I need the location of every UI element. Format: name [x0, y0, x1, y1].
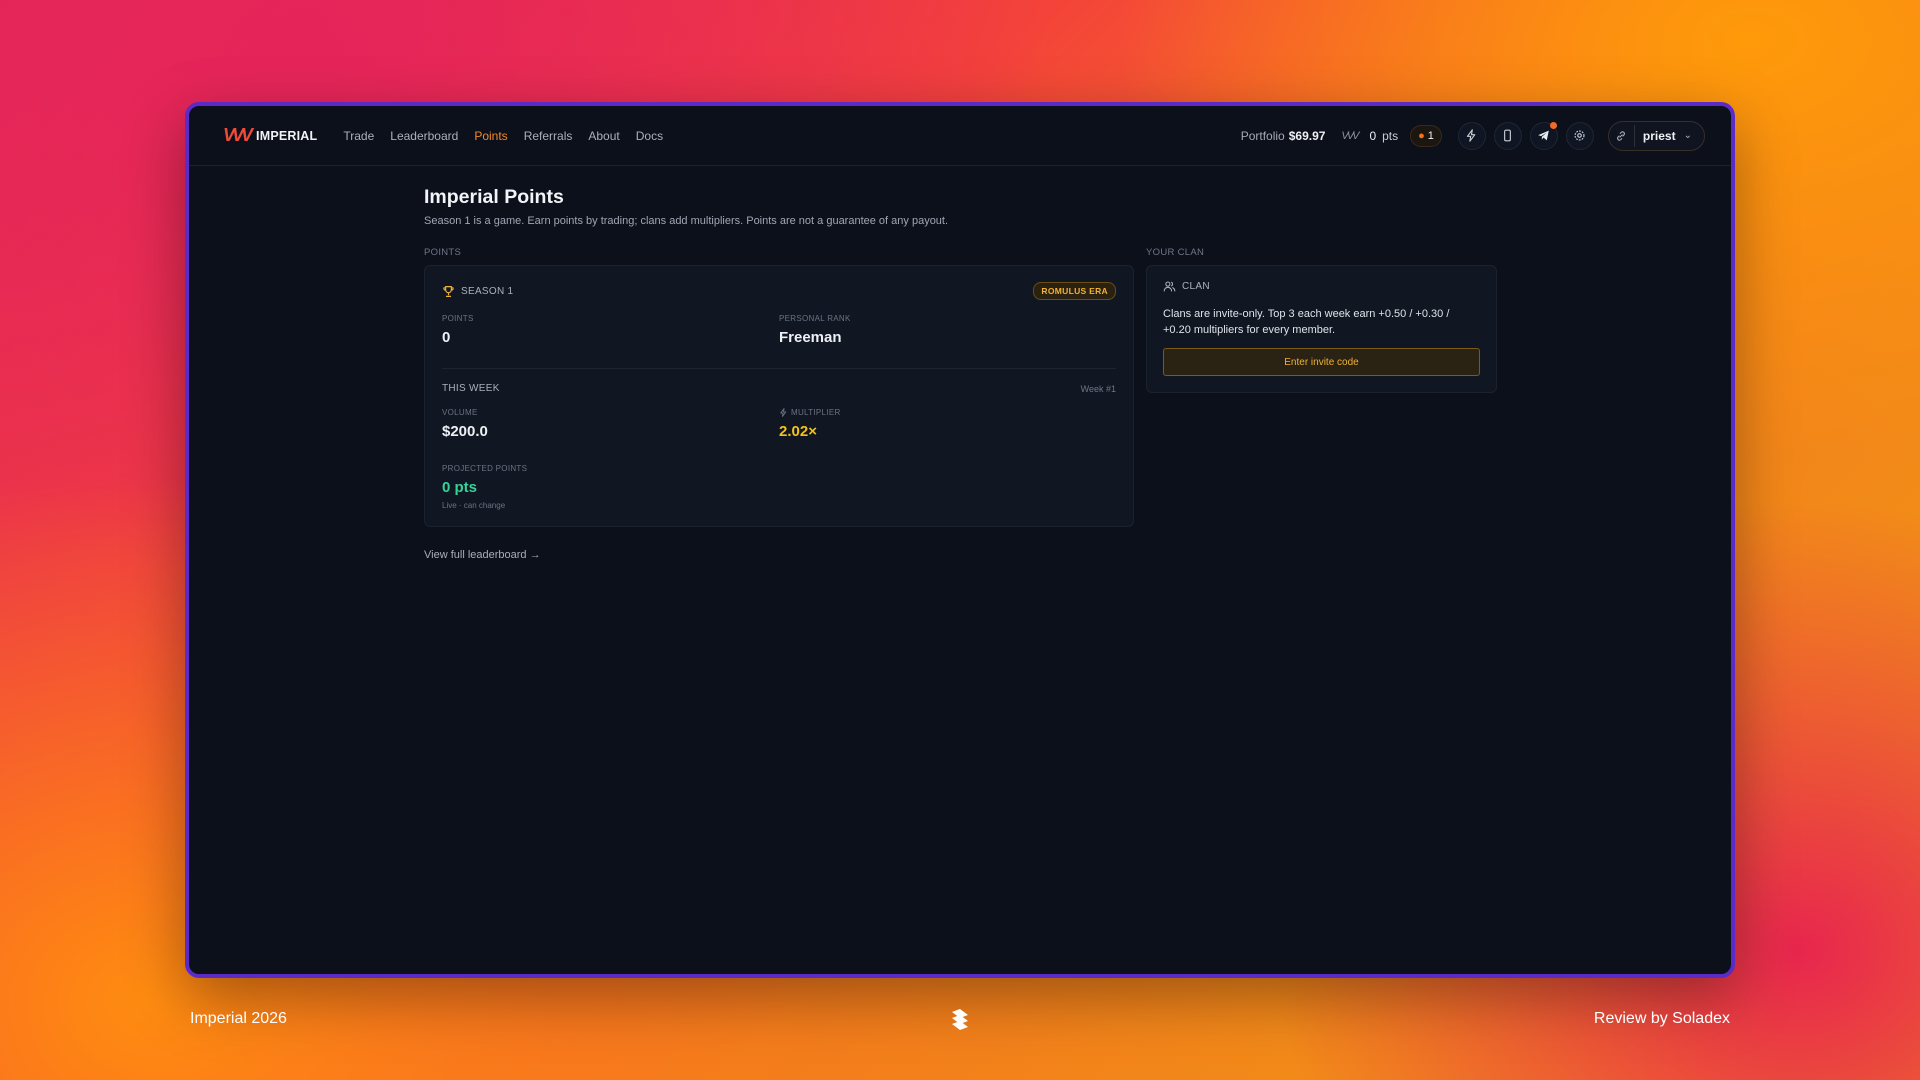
multiplier-stat: MULTIPLIER 2.02× [779, 408, 1116, 440]
points-column: POINTS SEASON 1 ROMULUS ERA POINTS 0 PER… [424, 247, 1134, 563]
points-stat: POINTS 0 [442, 314, 779, 346]
points-stat-value: 0 [442, 329, 451, 346]
nav-docs[interactable]: Docs [636, 129, 663, 143]
soladex-logo-icon [952, 1009, 968, 1030]
portfolio-label: Portfolio [1240, 128, 1285, 143]
multiplier-stat-value: 2.02× [779, 423, 817, 440]
points-stat-label: POINTS [442, 314, 474, 323]
top-navbar: VVV IMPERIAL Trade Leaderboard Points Re… [189, 106, 1731, 166]
rank-stat: PERSONAL RANK Freeman [779, 314, 1116, 346]
rank-stat-label: PERSONAL RANK [779, 314, 851, 323]
week-header: THIS WEEK Week #1 [442, 383, 1116, 394]
points-logo-icon: VVV [1341, 129, 1359, 142]
points-stats: POINTS 0 PERSONAL RANK Freeman [442, 314, 1116, 346]
clan-label-group: CLAN [1163, 280, 1210, 293]
era-badge: ROMULUS ERA [1033, 282, 1116, 300]
trophy-icon [443, 285, 454, 297]
volume-stat-value: $200.0 [442, 423, 488, 440]
season-label: SEASON 1 [461, 285, 514, 297]
projected-points-label: PROJECTED POINTS [442, 464, 528, 473]
points-card: SEASON 1 ROMULUS ERA POINTS 0 PERSONAL R… [424, 265, 1134, 527]
projected-points: PROJECTED POINTS 0 pts Live · can change [442, 464, 1116, 510]
volume-stat-label: VOLUME [442, 408, 478, 417]
clan-section-label: YOUR CLAN [1146, 247, 1205, 258]
lightning-icon [1467, 129, 1476, 142]
nav-referrals[interactable]: Referrals [524, 129, 573, 143]
enter-invite-code-button[interactable]: Enter invite code [1163, 348, 1480, 376]
telegram-icon [1538, 130, 1550, 141]
clan-card: CLAN Clans are invite-only. Top 3 each w… [1146, 265, 1497, 393]
page-subtitle: Season 1 is a game. Earn points by tradi… [424, 215, 949, 227]
settings-button[interactable] [1565, 121, 1594, 150]
link-icon [1613, 124, 1635, 147]
projected-points-value: 0 pts [442, 479, 478, 496]
week-number: Week #1 [1080, 383, 1116, 394]
streak-badge[interactable]: ● 1 [1410, 124, 1442, 147]
main-content: Imperial Points Season 1 is a game. Earn… [424, 186, 1499, 563]
users-icon [1163, 281, 1176, 292]
brand-logo[interactable]: VVV IMPERIAL [223, 125, 317, 146]
rank-stat-value: Freeman [779, 329, 842, 346]
lightning-button[interactable] [1457, 121, 1486, 150]
topbar-right: Portfolio $69.97 VVV 0 pts ● 1 priest ⌄ [1241, 120, 1705, 151]
points-value: 0 [1369, 128, 1377, 143]
notification-dot [1549, 121, 1557, 129]
nav-leaderboard[interactable]: Leaderboard [390, 129, 458, 143]
chevron-down-icon: ⌄ [1683, 130, 1692, 141]
season-label-group: SEASON 1 [442, 285, 513, 298]
points-summary[interactable]: VVV 0 pts ● 1 [1341, 124, 1442, 147]
multiplier-stat-label: MULTIPLIER [791, 408, 841, 417]
points-unit: pts [1382, 128, 1399, 143]
portfolio-summary[interactable]: Portfolio $69.97 [1241, 129, 1326, 143]
clan-label: CLAN [1182, 281, 1210, 292]
content-columns: POINTS SEASON 1 ROMULUS ERA POINTS 0 PER… [424, 247, 1499, 563]
volume-stat: VOLUME $200.0 [442, 408, 779, 440]
projected-points-note: Live · can change [442, 501, 506, 510]
mobile-button[interactable] [1493, 121, 1522, 150]
divider [442, 368, 1116, 369]
clan-header: CLAN [1163, 280, 1480, 293]
week-stats: VOLUME $200.0 MULTIPLIER 2.02× [442, 408, 1116, 440]
footer-right-text: Review by Soladex [1593, 1010, 1730, 1027]
user-menu[interactable]: priest ⌄ [1607, 120, 1705, 151]
logo-mark-icon: VVV [223, 125, 253, 145]
clan-description: Clans are invite-only. Top 3 each week e… [1163, 308, 1450, 336]
nav-points[interactable]: Points [474, 129, 507, 143]
telegram-button[interactable] [1529, 121, 1558, 150]
footer-left-text: Imperial 2026 [190, 1010, 287, 1027]
page-title: Imperial Points [424, 186, 564, 208]
portfolio-value: $69.97 [1288, 128, 1326, 143]
gear-icon [1574, 130, 1585, 141]
nav-trade[interactable]: Trade [343, 129, 374, 143]
streak-count: 1 [1427, 129, 1434, 142]
main-nav: Trade Leaderboard Points Referrals About… [343, 129, 663, 143]
app-window: VVV IMPERIAL Trade Leaderboard Points Re… [185, 102, 1735, 978]
clan-column: YOUR CLAN CLAN Clans are invite-only. To… [1146, 247, 1497, 563]
fire-icon: ● [1418, 129, 1425, 142]
brand-name: IMPERIAL [256, 128, 318, 143]
multiplier-stat-label-group: MULTIPLIER [779, 408, 1116, 417]
points-section-label: POINTS [424, 247, 462, 258]
username: priest [1642, 128, 1676, 143]
season-header: SEASON 1 ROMULUS ERA [442, 282, 1116, 300]
mobile-icon [1504, 129, 1512, 142]
view-leaderboard-link[interactable]: View full leaderboard → [424, 549, 541, 561]
nav-about[interactable]: About [588, 129, 619, 143]
week-label: THIS WEEK [442, 383, 500, 394]
lightning-icon [780, 408, 787, 417]
